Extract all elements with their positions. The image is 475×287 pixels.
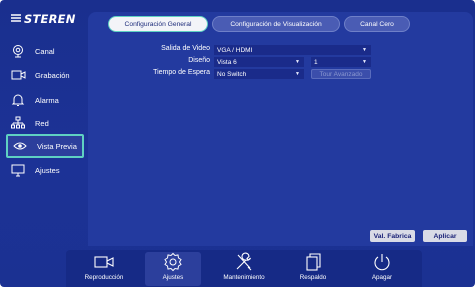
bottom-toolbar: Reproducción Ajustes Mantenimiento Respa…: [66, 250, 422, 287]
dwell-time-row: Tiempo de Espera: [108, 69, 210, 79]
brand-logo: STEREN: [10, 8, 76, 30]
network-icon: [10, 116, 26, 130]
camera-icon: [10, 44, 26, 58]
layout-secondary-value: 1: [314, 58, 318, 66]
recording-icon: [10, 68, 26, 82]
chevron-down-icon: ▼: [295, 71, 300, 77]
bell-icon: [10, 93, 26, 107]
video-output-label: Salida de Video: [161, 45, 210, 52]
tab-configuracion-general[interactable]: Configuración General: [108, 16, 208, 32]
sidebar-item-label: Canal: [35, 46, 55, 56]
sidebar-item-label: Ajustes: [35, 165, 60, 175]
gear-icon: [162, 252, 184, 272]
sidebar-item-label: Vista Previa: [37, 141, 77, 151]
playback-button[interactable]: Reproducción: [76, 252, 132, 286]
tools-icon: [233, 252, 255, 272]
settings-panel: Configuración General Configuración de V…: [88, 12, 473, 246]
sidebar-item-label: Grabación: [35, 70, 70, 80]
layout-secondary-select[interactable]: 1 ▼: [311, 57, 371, 67]
brand-name: STEREN: [24, 12, 76, 26]
sidebar: STEREN Canal Grabación Alarma Red Vista …: [0, 0, 88, 287]
dwell-time-select[interactable]: No Switch ▼: [214, 69, 304, 79]
tab-canal-cero[interactable]: Canal Cero: [344, 16, 410, 32]
sidebar-item-vista-previa[interactable]: Vista Previa: [6, 134, 84, 158]
video-output-value: VGA / HDMI: [217, 46, 253, 54]
video-output-row: Salida de Video: [108, 45, 210, 55]
power-off-label: Apagar: [371, 274, 393, 281]
chevron-down-icon: ▼: [362, 59, 367, 65]
settings-button[interactable]: Ajustes: [145, 252, 201, 286]
sidebar-item-red[interactable]: Red: [6, 112, 84, 134]
playback-label: Reproducción: [84, 274, 124, 281]
layout-select[interactable]: Vista 6 ▼: [214, 57, 304, 67]
layout-value: Vista 6: [217, 58, 237, 66]
sidebar-item-canal[interactable]: Canal: [6, 40, 84, 62]
layout-label: Diseño: [188, 57, 210, 64]
monitor-icon: [10, 163, 26, 177]
steren-logo-icon: [10, 12, 22, 27]
dwell-time-value: No Switch: [217, 70, 247, 78]
sidebar-item-grabacion[interactable]: Grabación: [6, 64, 84, 86]
power-off-button[interactable]: Apagar: [354, 252, 410, 286]
maintenance-button[interactable]: Mantenimiento: [216, 252, 272, 286]
backup-label: Respaldo: [299, 274, 327, 281]
eye-icon: [12, 139, 28, 153]
maintenance-label: Mantenimiento: [223, 274, 265, 281]
apply-button[interactable]: Aplicar: [423, 230, 467, 242]
sidebar-item-alarma[interactable]: Alarma: [6, 89, 84, 111]
backup-icon: [303, 252, 323, 272]
layout-row: Diseño: [108, 57, 210, 67]
settings-label: Ajustes: [162, 274, 184, 281]
tab-configuracion-visualizacion[interactable]: Configuración de Visualización: [212, 16, 340, 32]
chevron-down-icon: ▼: [295, 59, 300, 65]
factory-defaults-button[interactable]: Val. Fabrica: [370, 230, 415, 242]
sidebar-item-ajustes[interactable]: Ajustes: [6, 159, 84, 181]
video-output-select[interactable]: VGA / HDMI ▼: [214, 45, 371, 55]
chevron-down-icon: ▼: [362, 47, 367, 53]
backup-button[interactable]: Respaldo: [285, 252, 341, 286]
dwell-time-label: Tiempo de Espera: [153, 69, 210, 76]
app-window: STEREN Canal Grabación Alarma Red Vista …: [0, 0, 475, 287]
sidebar-item-label: Red: [35, 118, 49, 128]
sidebar-item-label: Alarma: [35, 95, 59, 105]
power-icon: [372, 252, 392, 272]
video-camera-icon: [93, 252, 115, 272]
tour-avanzado-button[interactable]: Tour Avanzado: [311, 69, 371, 79]
